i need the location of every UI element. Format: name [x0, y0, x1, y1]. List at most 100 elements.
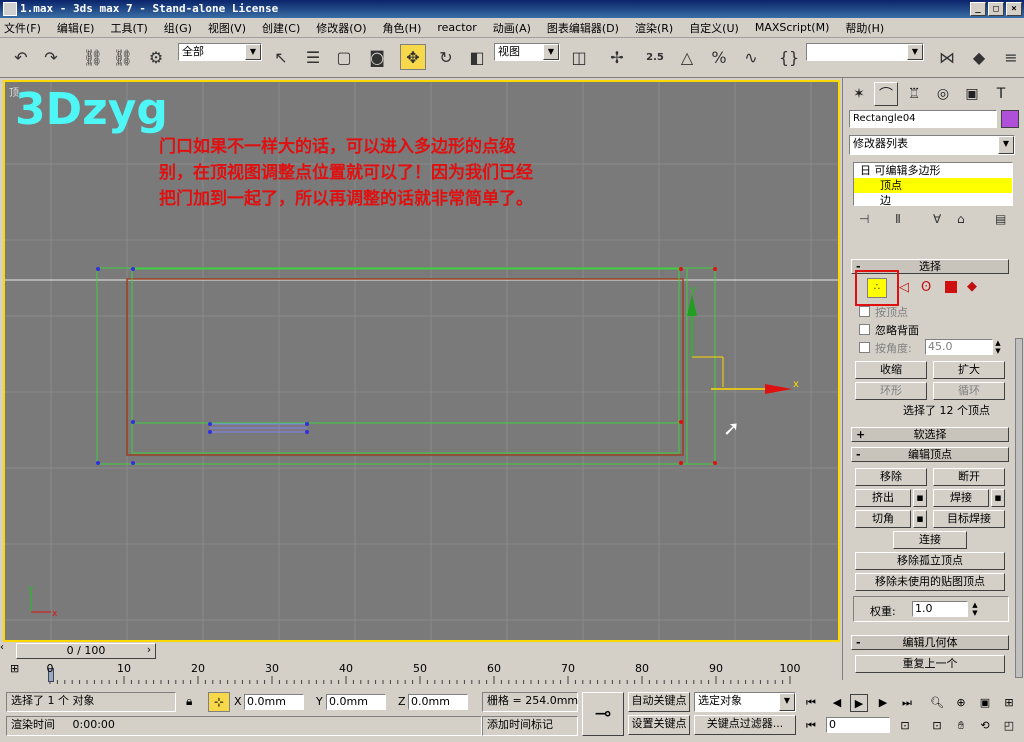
weld-button[interactable]: 焊接 — [933, 489, 989, 507]
select-link-icon[interactable]: ⛓ — [80, 44, 106, 70]
loop-button[interactable]: 循环 — [933, 382, 1005, 400]
object-color-swatch[interactable] — [1001, 110, 1019, 128]
arc-rotate-icon[interactable]: ⟲ — [976, 717, 994, 735]
element-subobject-icon[interactable]: ◆ — [967, 279, 977, 294]
key-filters-button[interactable]: 关键点过滤器... — [694, 715, 796, 735]
break-button[interactable]: 断开 — [933, 468, 1005, 486]
spinner-snap-icon[interactable]: ∿ — [738, 44, 764, 70]
add-time-tag[interactable]: 添加时间标记 — [482, 716, 578, 736]
maximize-button[interactable]: □ — [988, 2, 1004, 16]
play-icon[interactable]: ▶ — [850, 694, 868, 712]
motion-tab-icon[interactable]: ◎ — [931, 82, 955, 106]
select-rotate-icon[interactable]: ↻ — [433, 44, 459, 70]
edge-subobject-icon[interactable]: ◁ — [899, 280, 909, 295]
remove-modifier-icon[interactable]: ⌂ — [957, 212, 965, 226]
angle-spinner[interactable]: 45.0 — [925, 339, 993, 355]
redo-icon[interactable]: ↷ — [38, 44, 64, 70]
auto-key-button[interactable]: 自动关键点 — [628, 692, 690, 712]
create-tab-icon[interactable]: ✶ — [847, 82, 871, 106]
pin-stack-icon[interactable]: ⊣ — [859, 212, 869, 226]
percent-snap-icon[interactable]: % — [706, 44, 732, 70]
top-viewport[interactable]: x y y x 顶 3Dzyg 门口如果不一样大的话，可以进入多边形的点级 别，… — [3, 80, 840, 642]
snap-toggle-icon[interactable]: 2.5 — [642, 44, 668, 70]
menu-animation[interactable]: 动画(A) — [493, 20, 531, 36]
zoom-icon[interactable]: 🔍︎ — [928, 694, 946, 712]
y-coordinate-field[interactable]: 0.0mm — [326, 694, 386, 710]
lock-icon[interactable]: 🔒︎ — [186, 694, 192, 709]
modifier-list-select[interactable]: 修改器列表 ▼ — [849, 135, 1015, 155]
go-to-start-icon[interactable]: ⏮ — [802, 694, 820, 712]
close-button[interactable]: × — [1006, 2, 1022, 16]
region-zoom-icon[interactable]: ⊡ — [928, 717, 946, 735]
menu-group[interactable]: 组(G) — [164, 20, 192, 36]
chamfer-settings-button[interactable]: ▪ — [913, 510, 927, 528]
select-object-icon[interactable]: ↖ — [268, 44, 294, 70]
next-frame-icon[interactable]: ▶ — [874, 694, 892, 712]
grow-button[interactable]: 扩大 — [933, 361, 1005, 379]
soft-selection-rollout-header[interactable]: + 软选择 — [851, 427, 1009, 442]
manipulate-icon[interactable]: ✢ — [604, 44, 630, 70]
edit-named-selections-icon[interactable]: {} — [776, 44, 802, 70]
menu-customize[interactable]: 自定义(U) — [689, 20, 739, 36]
z-coordinate-field[interactable]: 0.0mm — [408, 694, 468, 710]
menu-modifiers[interactable]: 修改器(O) — [316, 20, 366, 36]
shrink-button[interactable]: 收缩 — [855, 361, 927, 379]
prev-frame-arrow-icon[interactable]: ‹ — [0, 642, 14, 658]
menu-character[interactable]: 角色(H) — [383, 20, 422, 36]
pan-icon[interactable]: ✋︎ — [952, 717, 970, 735]
make-unique-icon[interactable]: ∀ — [933, 212, 941, 226]
time-config-icon[interactable]: ⊡ — [896, 717, 914, 735]
key-mode-select[interactable]: 选定对象 ▼ — [694, 692, 796, 712]
menu-maxscript[interactable]: MAXScript(M) — [755, 21, 830, 34]
zoom-extents-all-icon[interactable]: ⊞ — [1000, 694, 1018, 712]
next-frame-arrow-icon[interactable]: › — [142, 643, 156, 659]
ignore-backfacing-checkbox[interactable]: 忽略背面 — [859, 322, 919, 338]
menu-reactor[interactable]: reactor — [437, 21, 476, 34]
time-slider[interactable]: 0 / 100 — [16, 643, 156, 659]
select-move-icon[interactable]: ✥ — [400, 44, 426, 70]
previous-frame-icon[interactable]: ◀ — [828, 694, 846, 712]
key-mode-toggle-icon[interactable]: ⏮ — [802, 717, 820, 735]
window-crossing-icon[interactable]: ◙ — [364, 44, 390, 70]
target-weld-button[interactable]: 目标焊接 — [933, 510, 1005, 528]
border-subobject-icon[interactable]: ʘ — [921, 280, 931, 295]
bind-spacewarp-icon[interactable]: ⚙ — [143, 44, 169, 70]
vertex-subobject-icon[interactable]: ∴ — [867, 278, 887, 298]
zoom-all-icon[interactable]: ⊕ — [952, 694, 970, 712]
chamfer-button[interactable]: 切角 — [855, 510, 911, 528]
key-icon[interactable]: ⊸ — [582, 692, 624, 736]
rect-selection-icon[interactable]: ▢ — [331, 44, 357, 70]
set-key-button[interactable]: 设置关键点 — [628, 715, 690, 735]
remove-unused-map-verts-button[interactable]: 移除未使用的贴图顶点 — [855, 573, 1005, 591]
configure-sets-icon[interactable]: ▤ — [995, 212, 1006, 226]
spinner-arrows-icon[interactable]: ▲ ▼ — [970, 601, 980, 617]
maximize-viewport-icon[interactable]: ◰ — [1000, 717, 1018, 735]
angle-snap-icon[interactable]: △ — [674, 44, 700, 70]
show-end-result-icon[interactable]: Ⅱ — [895, 212, 901, 226]
remove-button[interactable]: 移除 — [855, 468, 927, 486]
named-selection-select[interactable]: ▼ — [806, 43, 924, 61]
panel-scrollbar[interactable] — [1015, 338, 1023, 678]
modify-tab-icon[interactable]: ⌒ — [874, 82, 898, 106]
polygon-subobject-icon[interactable] — [945, 281, 957, 293]
menu-views[interactable]: 视图(V) — [208, 20, 246, 36]
mirror-icon[interactable]: ⋈ — [934, 44, 960, 70]
menu-edit[interactable]: 编辑(E) — [57, 20, 95, 36]
select-by-name-icon[interactable]: ☰ — [300, 44, 326, 70]
display-tab-icon[interactable]: ▣ — [960, 82, 984, 106]
extrude-button[interactable]: 挤出 — [855, 489, 911, 507]
go-to-end-icon[interactable]: ⏭ — [898, 694, 916, 712]
menu-create[interactable]: 创建(C) — [262, 20, 300, 36]
minimize-button[interactable]: _ — [970, 2, 986, 16]
utilities-tab-icon[interactable]: T — [989, 82, 1013, 106]
absolute-mode-toggle-icon[interactable]: ⊹ — [208, 692, 230, 712]
layer-manager-icon[interactable]: ≡ — [998, 44, 1024, 70]
weld-settings-button[interactable]: ▪ — [991, 489, 1005, 507]
weight-spinner[interactable]: 1.0 — [912, 601, 968, 617]
track-bar[interactable]: 0 10 20 30 40 50 60 70 80 90 100 — [40, 662, 840, 684]
stack-item-vertex[interactable]: 顶点 — [854, 178, 1012, 193]
by-angle-checkbox[interactable]: 按角度: — [859, 340, 912, 356]
select-scale-icon[interactable]: ◧ — [464, 44, 490, 70]
menu-rendering[interactable]: 渲染(R) — [635, 20, 673, 36]
extrude-settings-button[interactable]: ▪ — [913, 489, 927, 507]
